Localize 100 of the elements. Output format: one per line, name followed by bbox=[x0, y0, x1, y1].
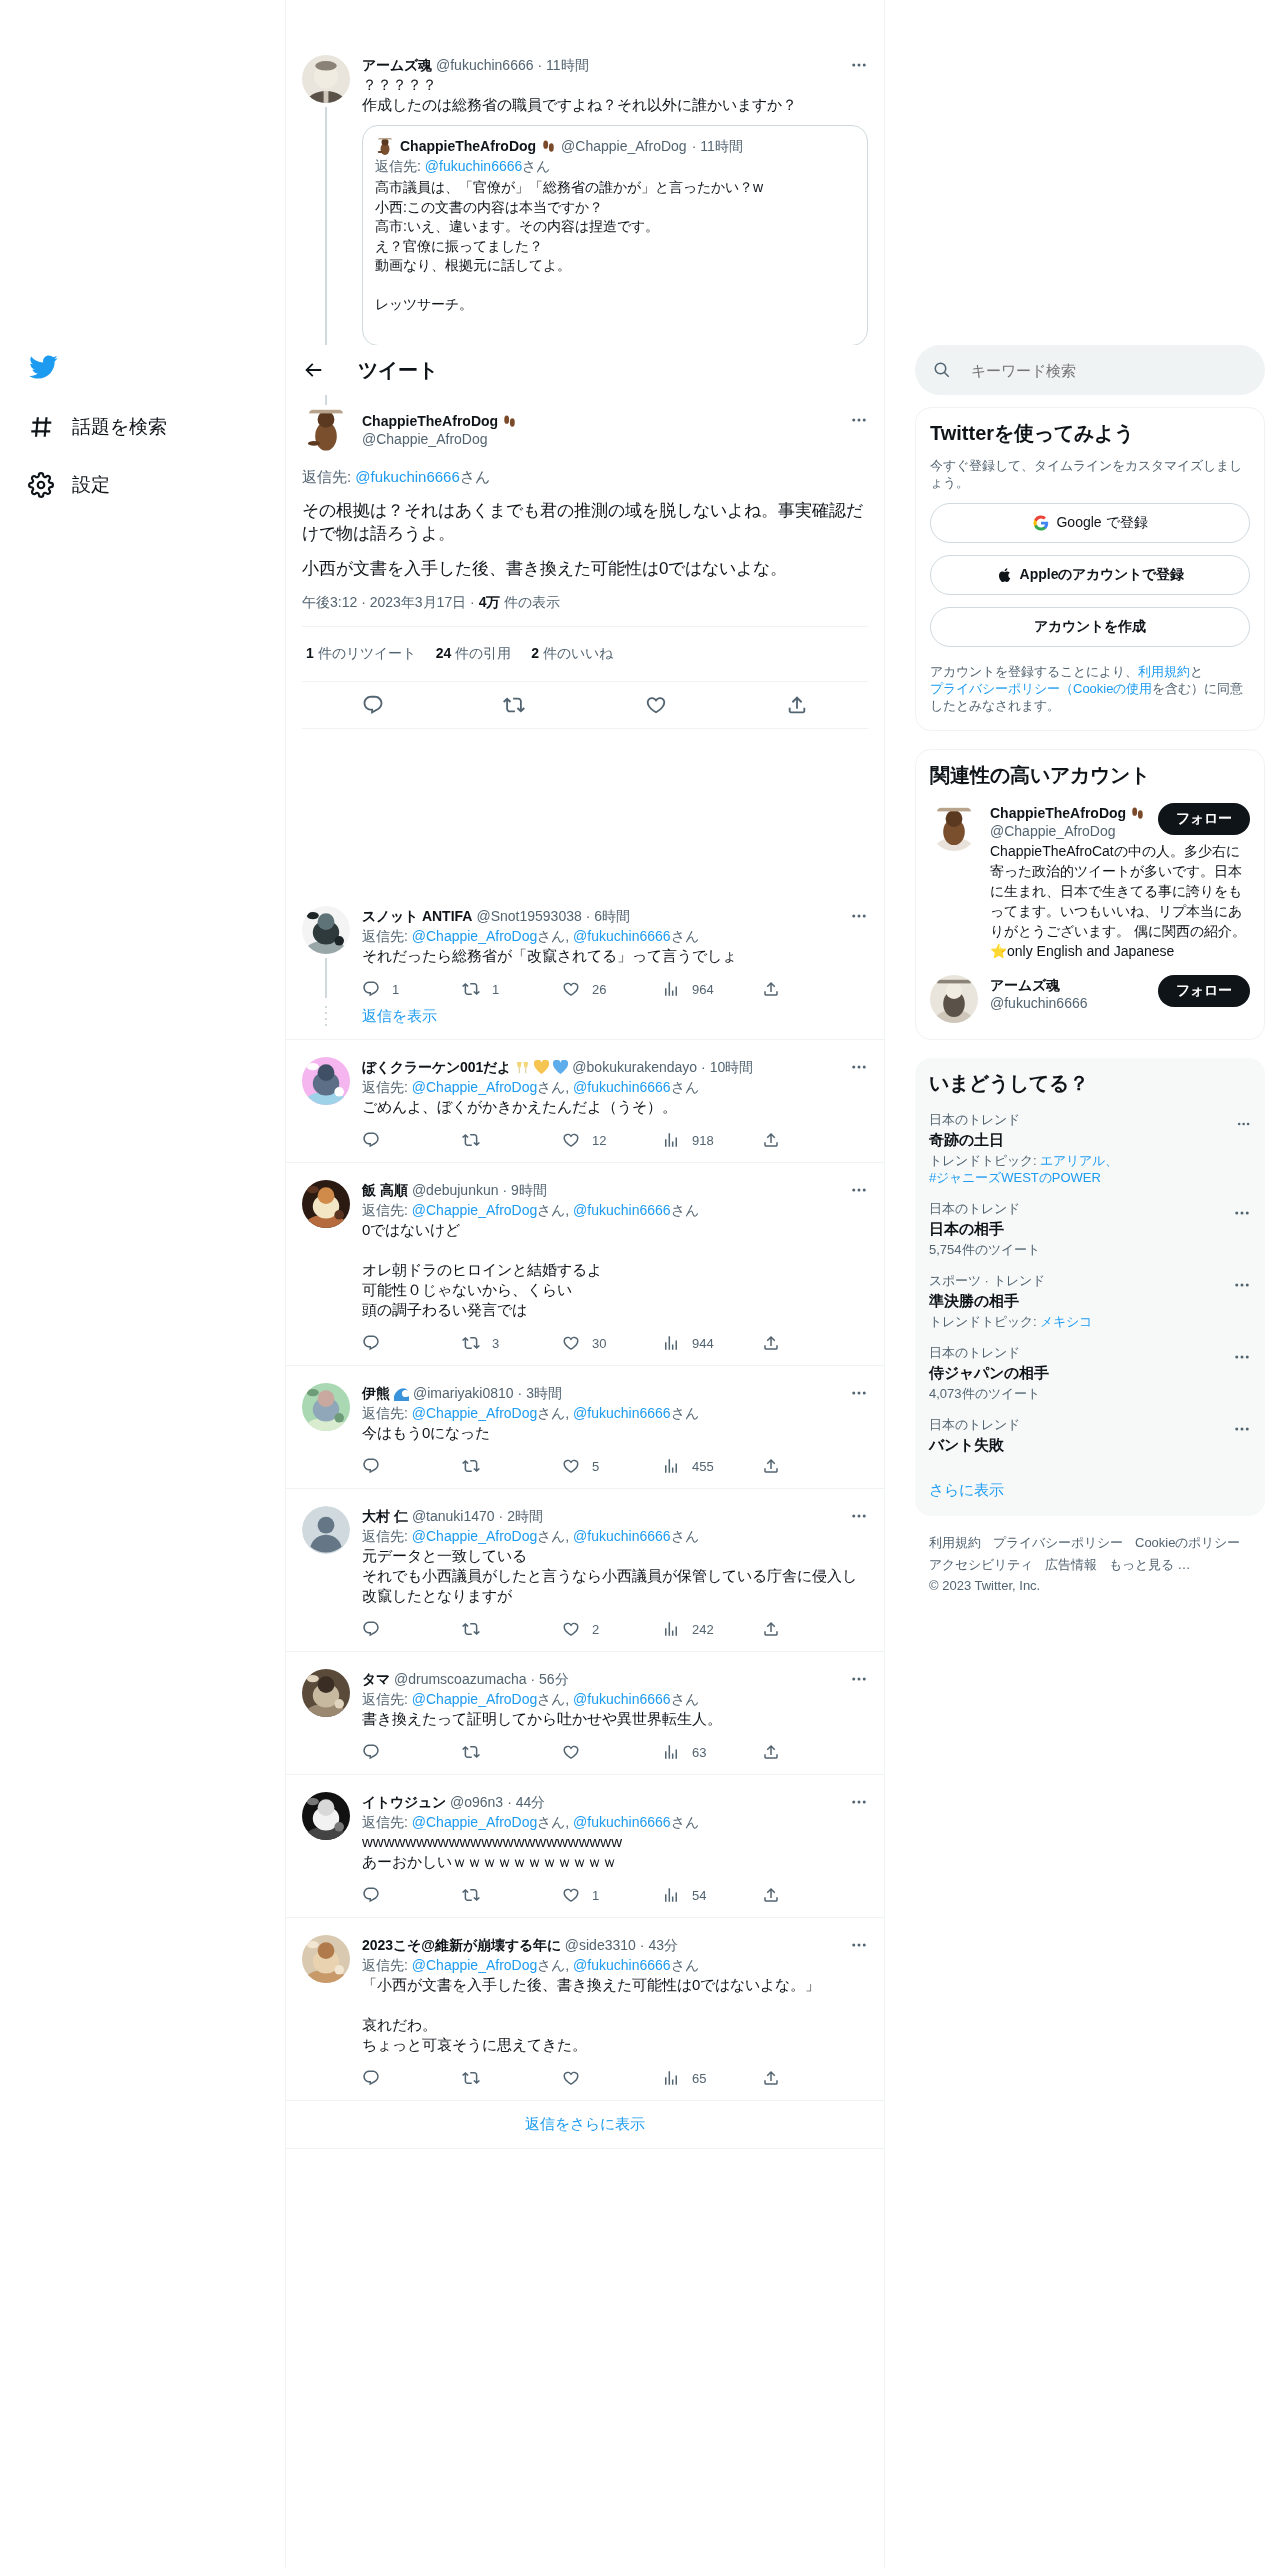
footer-link[interactable]: Cookieのポリシー bbox=[1135, 1534, 1241, 1552]
trend-title[interactable]: 準決勝の相手 bbox=[929, 1291, 1093, 1311]
user-name[interactable]: ChappieTheAfroDog bbox=[400, 136, 537, 156]
reply-icon[interactable] bbox=[362, 980, 380, 998]
share-icon[interactable] bbox=[762, 2069, 780, 2087]
share-icon[interactable] bbox=[762, 1457, 780, 1475]
like-icon[interactable] bbox=[562, 1886, 580, 1904]
like-icon[interactable] bbox=[562, 1620, 580, 1638]
like-icon[interactable] bbox=[562, 2069, 580, 2087]
reply-icon[interactable] bbox=[362, 2069, 380, 2087]
share-icon[interactable] bbox=[762, 1131, 780, 1149]
share-icon[interactable] bbox=[762, 1743, 780, 1761]
tweet-time[interactable]: · 6時間 bbox=[585, 906, 631, 926]
reply-icon[interactable] bbox=[362, 1457, 380, 1475]
tweet-time[interactable]: · 10時間 bbox=[701, 1057, 754, 1077]
tweet-time[interactable]: · 3時間 bbox=[517, 1383, 562, 1403]
trend-title[interactable]: 日本の相手 bbox=[929, 1219, 1040, 1239]
user-handle[interactable]: @imariyaki0810 bbox=[413, 1383, 514, 1403]
footer-link[interactable]: もっと見る … bbox=[1109, 1556, 1191, 1574]
footer-link[interactable]: 利用規約 bbox=[929, 1534, 981, 1552]
user-name[interactable]: 伊熊 bbox=[362, 1383, 390, 1403]
retweet-icon[interactable] bbox=[462, 1620, 480, 1638]
follow-button[interactable]: フォロー bbox=[1158, 803, 1250, 835]
user-name[interactable]: ChappieTheAfroDog bbox=[362, 411, 499, 431]
retweet-icon[interactable] bbox=[462, 1886, 480, 1904]
user-name[interactable]: タマ bbox=[362, 1669, 390, 1689]
footer-link[interactable]: アクセシビリティ bbox=[929, 1556, 1033, 1574]
views-icon[interactable] bbox=[662, 1620, 680, 1638]
retweet-icon[interactable] bbox=[462, 2069, 480, 2087]
user-name[interactable]: スノット ANTIFA bbox=[362, 906, 473, 926]
views-icon[interactable] bbox=[662, 2069, 680, 2087]
tweet-time[interactable]: · 11時間 bbox=[537, 55, 589, 75]
user-handle[interactable]: @drumscoazumacha bbox=[394, 1669, 527, 1689]
signup-button[interactable]: アカウントを作成 bbox=[930, 607, 1250, 647]
footer-link[interactable]: 広告情報 bbox=[1045, 1556, 1097, 1574]
retweet-icon[interactable] bbox=[462, 1131, 480, 1149]
user-handle[interactable]: @side3310 bbox=[564, 1935, 636, 1955]
user-handle[interactable]: @bokukurakendayo bbox=[572, 1057, 698, 1077]
retweet-icon[interactable] bbox=[462, 1743, 480, 1761]
reply-icon[interactable] bbox=[362, 1743, 380, 1761]
like-icon[interactable] bbox=[562, 1743, 580, 1761]
user-handle[interactable]: @fukuchin6666 bbox=[436, 55, 534, 75]
like-icon[interactable] bbox=[562, 980, 580, 998]
user-handle[interactable]: @Chappie_AfroDog bbox=[362, 431, 488, 447]
share-icon[interactable] bbox=[762, 1334, 780, 1352]
views-icon[interactable] bbox=[662, 980, 680, 998]
stat-link[interactable]: 24 件の引用 bbox=[435, 645, 512, 663]
user-name[interactable]: アームズ魂 bbox=[990, 975, 1060, 995]
search-field[interactable]: キーワード検索 bbox=[915, 345, 1265, 395]
reply-icon[interactable] bbox=[362, 1334, 380, 1352]
like-icon[interactable] bbox=[562, 1131, 580, 1149]
stat-link[interactable]: 1 件のリツイート bbox=[306, 645, 416, 663]
user-name[interactable]: アームズ魂 bbox=[362, 55, 432, 75]
tweet-time[interactable]: · 44分 bbox=[507, 1792, 546, 1812]
share-icon[interactable] bbox=[762, 980, 780, 998]
tweet-time[interactable]: · 43分 bbox=[639, 1935, 678, 1955]
user-name[interactable]: 飯 高順 bbox=[362, 1180, 408, 1200]
retweet-icon[interactable] bbox=[462, 980, 480, 998]
user-handle[interactable]: @tanuki1470 bbox=[411, 1506, 495, 1526]
retweet-icon[interactable] bbox=[462, 1457, 480, 1475]
trend-title[interactable]: 侍ジャパンの相手 bbox=[929, 1363, 1049, 1383]
user-handle[interactable]: @Snot19593038 bbox=[476, 906, 582, 926]
tweet-time[interactable]: · 11時間 bbox=[691, 136, 743, 156]
trend-title[interactable]: バント失敗 bbox=[929, 1435, 1020, 1455]
trend-title[interactable]: 奇跡の土日 bbox=[929, 1130, 1236, 1150]
footer-link[interactable]: プライバシーポリシー bbox=[993, 1534, 1123, 1552]
reply-icon[interactable] bbox=[362, 1620, 380, 1638]
reply-icon[interactable] bbox=[362, 1886, 380, 1904]
reply-icon[interactable] bbox=[361, 694, 384, 716]
signup-button[interactable]: Google で登録 bbox=[930, 503, 1250, 543]
user-name[interactable]: ぼくクラーケン001だよ bbox=[362, 1057, 512, 1077]
share-icon[interactable] bbox=[762, 1886, 780, 1904]
user-handle[interactable]: @Chappie_AfroDog bbox=[990, 823, 1116, 839]
stat-link[interactable]: 2 件のいいね bbox=[531, 645, 613, 663]
tweet-time[interactable]: · 2時間 bbox=[498, 1506, 543, 1526]
nav-link[interactable]: 設定 bbox=[28, 470, 110, 500]
follow-button[interactable]: フォロー bbox=[1158, 975, 1250, 1007]
tweet-meta[interactable]: 午後3:12 · 2023年3月17日 · 4万 件の表示 bbox=[302, 594, 868, 627]
user-handle[interactable]: @fukuchin6666 bbox=[990, 995, 1088, 1011]
tweet-time[interactable]: · 56分 bbox=[530, 1669, 569, 1689]
signup-button[interactable]: Appleのアカウントで登録 bbox=[930, 555, 1250, 595]
reply-icon[interactable] bbox=[362, 1131, 380, 1149]
user-handle[interactable]: @Chappie_AfroDog bbox=[561, 136, 687, 156]
user-name[interactable]: イトウジュン bbox=[362, 1792, 446, 1812]
user-name[interactable]: 2023こそ@維新が崩壊する年に bbox=[362, 1935, 561, 1955]
views-icon[interactable] bbox=[662, 1743, 680, 1761]
user-name[interactable]: ChappieTheAfroDog bbox=[990, 803, 1127, 823]
views-icon[interactable] bbox=[662, 1334, 680, 1352]
like-icon[interactable] bbox=[562, 1457, 580, 1475]
views-icon[interactable] bbox=[662, 1886, 680, 1904]
views-icon[interactable] bbox=[662, 1457, 680, 1475]
retweet-icon[interactable] bbox=[462, 1334, 480, 1352]
views-icon[interactable] bbox=[662, 1131, 680, 1149]
like-icon[interactable] bbox=[562, 1334, 580, 1352]
user-handle[interactable]: @debujunkun bbox=[411, 1180, 499, 1200]
nav-link[interactable]: 話題を検索 bbox=[28, 412, 167, 442]
share-icon[interactable] bbox=[762, 1620, 780, 1638]
like-icon[interactable] bbox=[644, 694, 667, 716]
user-handle[interactable]: @o96n3 bbox=[450, 1792, 504, 1812]
user-name[interactable]: 大村 仁 bbox=[362, 1506, 408, 1526]
